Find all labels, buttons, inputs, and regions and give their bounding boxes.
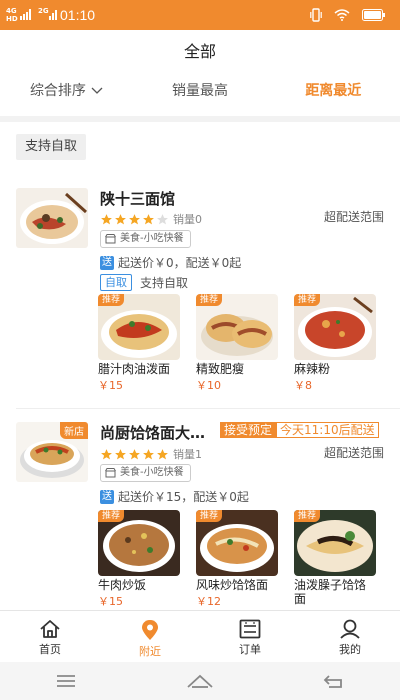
tab-nearest[interactable]: 距离最近	[267, 78, 400, 106]
page-title: 全部	[183, 42, 216, 61]
clock: 01:10	[60, 7, 96, 23]
network-indicator: 4G HD	[6, 7, 18, 23]
delivery-info: 送 起送价￥15，配送￥0起	[100, 489, 249, 504]
sales-count: 销量1	[173, 448, 202, 461]
sort-tabs: 综合排序 销量最高 距离最近	[0, 78, 400, 106]
star-filled-icon	[143, 213, 154, 224]
location-pin-icon	[142, 620, 158, 640]
vibrate-icon	[310, 8, 322, 22]
dish-item[interactable]: 推荐 风味炒饸饹面 ￥12	[196, 510, 278, 609]
dish-image: 推荐	[98, 510, 180, 576]
recommend-badge: 推荐	[196, 510, 223, 522]
star-filled-icon	[157, 448, 168, 459]
nav-home[interactable]: 首页	[0, 611, 100, 662]
dish-item[interactable]: 推荐 精致肥瘦 ￥10	[196, 294, 278, 393]
home-icon	[40, 620, 60, 638]
shop-card[interactable]: 新店 尚厨饸饹面大… 接受预定 今天11:10后配送 销量1 超配送范围 美食-…	[0, 418, 400, 610]
recommend-badge: 推荐	[294, 510, 321, 522]
pickup-badge: 自取	[100, 274, 132, 291]
star-empty-icon	[157, 213, 168, 224]
bottom-nav: 首页 附近 订单 我的	[0, 610, 400, 662]
sales-count: 销量0	[173, 213, 202, 226]
system-nav-bar	[0, 662, 400, 700]
preorder-badges: 接受预定 今天11:10后配送	[220, 422, 379, 438]
dish-name: 腊汁肉油泼面	[98, 362, 171, 376]
filter-pickup-chip[interactable]: 支持自取	[16, 134, 87, 160]
nav-profile[interactable]: 我的	[300, 611, 400, 662]
shop-name: 尚厨饸饹面大…	[100, 424, 206, 442]
shop-logo	[16, 188, 88, 248]
dish-price: ￥15	[98, 379, 123, 392]
star-filled-icon	[115, 448, 126, 459]
dish-list: 推荐 腊汁肉油泼面 ￥15 推荐 精致肥瘦 ￥10 推荐 麻辣粉 ￥8	[98, 294, 376, 393]
pickup-info: 自取 支持自取	[100, 274, 188, 291]
status-bar: 4G HD 2G 01:10	[0, 0, 400, 30]
star-filled-icon	[101, 213, 112, 224]
back-icon[interactable]	[323, 673, 345, 689]
dish-image: 推荐	[98, 294, 180, 360]
star-rating: 销量0	[100, 211, 202, 227]
star-filled-icon	[143, 448, 154, 459]
dish-name: 风味炒饸饹面	[196, 578, 269, 592]
dish-list: 推荐 牛肉炒饭 ￥15 推荐 风味炒饸饹面 ￥12 推荐 油泼臊子饸饹面	[98, 510, 376, 609]
category-tag: 美食-小吃快餐	[100, 464, 191, 482]
new-shop-badge: 新店	[60, 422, 88, 439]
shop-card[interactable]: 陕十三面馆 销量0 超配送范围 美食-小吃快餐 送 起送价￥0，配送￥0起 自取…	[0, 184, 400, 404]
store-icon	[105, 234, 116, 244]
profile-icon	[340, 619, 360, 639]
store-icon	[105, 468, 116, 478]
star-filled-icon	[129, 448, 140, 459]
delivery-range-status: 超配送范围	[323, 446, 384, 460]
star-filled-icon	[101, 448, 112, 459]
dish-price: ￥8	[294, 379, 312, 392]
dish-price: ￥10	[196, 379, 221, 392]
preorder-time: 今天11:10后配送	[276, 422, 379, 438]
wifi-icon	[334, 9, 350, 21]
tab-comprehensive-sort[interactable]: 综合排序	[0, 78, 133, 106]
dish-image: 推荐	[294, 510, 376, 576]
battery-icon	[362, 9, 385, 21]
dish-name: 精致肥瘦	[196, 362, 245, 376]
dish-name: 麻辣粉	[294, 362, 331, 376]
signal-icon	[20, 9, 31, 20]
star-rating: 销量1	[100, 446, 202, 462]
delivery-range-status: 超配送范围	[323, 210, 384, 224]
recommend-badge: 推荐	[196, 294, 223, 306]
shop-name: 陕十三面馆	[100, 190, 176, 208]
dish-item[interactable]: 推荐 麻辣粉 ￥8	[294, 294, 376, 393]
dish-item[interactable]: 推荐 牛肉炒饭 ￥15	[98, 510, 180, 609]
dish-image: 推荐	[294, 294, 376, 360]
category-tag: 美食-小吃快餐	[100, 230, 191, 248]
dish-image: 推荐	[196, 294, 278, 360]
delivery-badge: 送	[100, 489, 114, 504]
home-button-icon[interactable]	[186, 673, 214, 689]
dish-image: 推荐	[196, 510, 278, 576]
shop-divider	[16, 408, 400, 409]
star-filled-icon	[115, 213, 126, 224]
dish-name: 牛肉炒饭	[98, 578, 147, 592]
preorder-badge: 接受预定	[220, 422, 277, 438]
recommend-badge: 推荐	[294, 294, 321, 306]
dish-price: ￥15	[98, 595, 123, 608]
shop-logo: 新店	[16, 422, 88, 482]
delivery-info: 送 起送价￥0，配送￥0起	[100, 255, 242, 270]
order-list-icon	[239, 619, 261, 639]
nav-nearby[interactable]: 附近	[100, 611, 200, 662]
delivery-badge: 送	[100, 255, 114, 270]
tab-top-sales[interactable]: 销量最高	[133, 78, 266, 106]
signal-icon-2	[49, 10, 57, 20]
recommend-badge: 推荐	[98, 510, 125, 522]
recommend-badge: 推荐	[98, 294, 125, 306]
chevron-down-icon	[91, 87, 103, 94]
dish-item[interactable]: 推荐 腊汁肉油泼面 ￥15	[98, 294, 180, 393]
dish-price: ￥12	[196, 595, 221, 608]
nav-orders[interactable]: 订单	[200, 611, 300, 662]
dish-item[interactable]: 推荐 油泼臊子饸饹面	[294, 510, 376, 609]
menu-icon[interactable]	[55, 674, 77, 688]
star-filled-icon	[129, 213, 140, 224]
divider	[0, 116, 400, 122]
network-indicator-2: 2G	[38, 7, 49, 15]
dish-name: 油泼臊子饸饹面	[294, 578, 367, 606]
